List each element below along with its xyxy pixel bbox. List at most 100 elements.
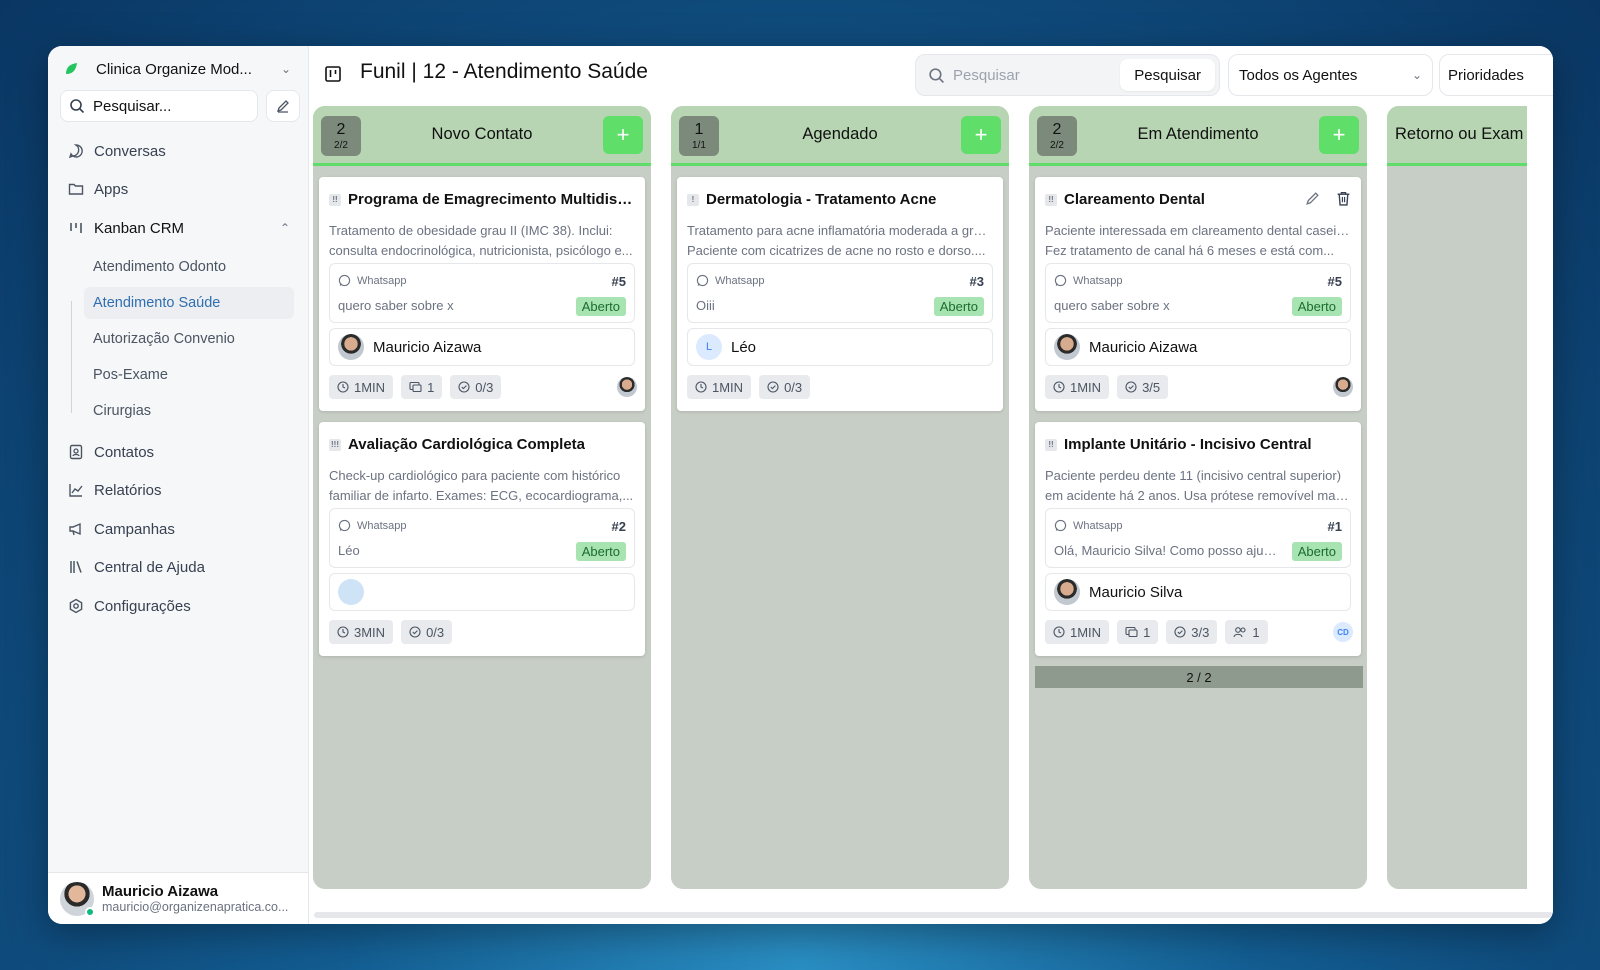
kanban-item-convenio[interactable]: Autorização Convenio bbox=[84, 323, 294, 355]
megaphone-icon bbox=[69, 522, 81, 536]
compose-button[interactable] bbox=[266, 90, 300, 122]
check-circle-icon bbox=[767, 381, 779, 393]
priorities-select[interactable]: Prioridades bbox=[1439, 54, 1553, 96]
add-card-button[interactable]: + bbox=[961, 116, 1001, 154]
kanban-card[interactable]: !! Clareamento Dental Paciente interessad… bbox=[1035, 177, 1361, 411]
kanban-column-em-atendimento: 2 2/2 Em Atendimento + !! Clareamento Dent… bbox=[1029, 106, 1367, 889]
gear-icon bbox=[69, 598, 83, 614]
column-header: 1 1/1 Agendado + bbox=[671, 106, 1009, 166]
contact-row[interactable] bbox=[329, 573, 635, 611]
assignee-avatar[interactable] bbox=[617, 377, 637, 397]
card-description: Tratamento de obesidade grau II (IMC 38)… bbox=[329, 221, 635, 261]
conversations-icon bbox=[1125, 626, 1138, 638]
kanban-item-pos-exame[interactable]: Pos-Exame bbox=[84, 359, 294, 391]
whatsapp-icon bbox=[696, 274, 709, 287]
people-chip: 1 bbox=[1225, 620, 1268, 644]
nav-central-ajuda[interactable]: Central de Ajuda bbox=[48, 549, 308, 585]
pencil-icon bbox=[276, 100, 289, 113]
board-search[interactable]: Pesquisar Pesquisar bbox=[915, 54, 1220, 96]
nav-conversas[interactable]: Conversas bbox=[48, 133, 308, 169]
chevron-up-icon: ⌃ bbox=[279, 221, 290, 235]
add-card-button[interactable]: + bbox=[603, 116, 643, 154]
contact-name: Mauricio Silva bbox=[1089, 583, 1183, 601]
nav-contatos[interactable]: Contatos bbox=[48, 434, 308, 470]
kanban-card[interactable]: ! Dermatologia - Tratamento Acne Tratamen… bbox=[677, 177, 1003, 411]
chevron-down-icon: ⌄ bbox=[1411, 68, 1422, 82]
contact-row[interactable]: Mauricio Aizawa bbox=[329, 328, 635, 366]
leaf-logo-icon bbox=[62, 60, 80, 78]
clock-icon bbox=[337, 381, 349, 393]
online-status-dot bbox=[85, 906, 95, 917]
contact-name: Léo bbox=[731, 338, 757, 356]
contact-row[interactable]: Mauricio Silva bbox=[1045, 573, 1351, 611]
edit-pencil-icon[interactable] bbox=[1305, 191, 1320, 206]
whatsapp-icon bbox=[1054, 274, 1067, 287]
kanban-item-cirurgias[interactable]: Cirurgias bbox=[84, 395, 294, 427]
tasks-value: 0/3 bbox=[784, 379, 803, 395]
org-switcher[interactable]: Clinica Organize Mod... ⌄ bbox=[62, 56, 294, 82]
conversation-number: #5 bbox=[1327, 274, 1342, 289]
nav-label: Kanban CRM bbox=[94, 219, 185, 237]
conversation-box[interactable]: Whatsapp #5 quero saber sobre x Aberto bbox=[329, 263, 635, 323]
conversation-box[interactable]: Whatsapp #5 quero saber sobre x Aberto bbox=[1045, 263, 1351, 323]
user-profile[interactable]: Mauricio Aizawa mauricio@organizenaprati… bbox=[48, 872, 308, 924]
conversation-box[interactable]: Whatsapp #2 Léo Aberto bbox=[329, 508, 635, 568]
tasks-value: 0/3 bbox=[426, 624, 445, 640]
assignee-avatar[interactable]: CD bbox=[1333, 622, 1353, 642]
nav-apps[interactable]: Apps bbox=[48, 171, 308, 207]
kanban-item-odonto[interactable]: Atendimento Odonto bbox=[84, 251, 294, 283]
kanban-card[interactable]: !!! Avaliação Cardiológica Completa Check… bbox=[319, 422, 645, 656]
nav-kanban-crm[interactable]: Kanban CRM ⌃ bbox=[48, 210, 308, 246]
column-title: Agendado bbox=[802, 125, 878, 143]
count-ratio: 1/1 bbox=[692, 139, 706, 151]
user-name: Mauricio Aizawa bbox=[102, 883, 219, 900]
column-header: Retorno ou Exam bbox=[1387, 106, 1527, 166]
kanban-icon bbox=[70, 223, 82, 233]
attachments-value: 1 bbox=[1143, 624, 1151, 640]
nav-label: Central de Ajuda bbox=[94, 558, 205, 576]
desc-line: Paciente perdeu dente 11 (incisivo centr… bbox=[1045, 468, 1342, 483]
tasks-value: 3/5 bbox=[1142, 379, 1161, 395]
nav-campanhas[interactable]: Campanhas bbox=[48, 511, 308, 547]
sidebar-search[interactable]: Pesquisar... bbox=[60, 90, 258, 122]
search-button[interactable]: Pesquisar bbox=[1120, 59, 1215, 91]
count-number: 2 bbox=[336, 120, 346, 138]
tasks-chip: 3/5 bbox=[1117, 375, 1169, 399]
conversation-box[interactable]: Whatsapp #1 Olá, Mauricio Silva! Como po… bbox=[1045, 508, 1351, 568]
kanban-item-label: Cirurgias bbox=[93, 403, 152, 419]
desc-line: consulta endocrinológica, nutricionista,… bbox=[329, 243, 633, 258]
time-value: 1MIN bbox=[1070, 624, 1102, 640]
kanban-item-label: Pos-Exame bbox=[93, 367, 168, 383]
kanban-item-label: Atendimento Odonto bbox=[93, 259, 227, 275]
nav-configuracoes[interactable]: Configurações bbox=[48, 588, 308, 624]
add-card-button[interactable]: + bbox=[1319, 116, 1359, 154]
nav-relatorios[interactable]: Relatórios bbox=[48, 472, 308, 508]
priority-icon: !! bbox=[329, 193, 341, 206]
status-badge: Aberto bbox=[933, 297, 984, 316]
priorities-select-value: Prioridades bbox=[1448, 66, 1524, 84]
column-pagination[interactable]: 2 / 2 bbox=[1035, 666, 1363, 688]
kanban-card[interactable]: !! Programa de Emagrecimento Multidisci..… bbox=[319, 177, 645, 411]
column-title: Novo Contato bbox=[431, 125, 533, 143]
contact-row[interactable]: L Léo bbox=[687, 328, 993, 366]
trash-icon[interactable] bbox=[1336, 191, 1351, 206]
contact-avatar bbox=[1054, 579, 1080, 605]
card-description: Tratamento para acne inflamatória modera… bbox=[687, 221, 993, 261]
whatsapp-icon bbox=[1054, 519, 1067, 532]
horizontal-scrollbar[interactable] bbox=[314, 912, 1553, 918]
channel-label: Whatsapp bbox=[357, 274, 407, 287]
kanban-item-saude[interactable]: Atendimento Saúde bbox=[84, 287, 294, 319]
time-value: 1MIN bbox=[354, 379, 386, 395]
conversation-box[interactable]: Whatsapp #3 Oiii Aberto bbox=[687, 263, 993, 323]
card-description: Check-up cardiológico para paciente com … bbox=[329, 466, 635, 506]
kanban-column-retorno: Retorno ou Exam bbox=[1387, 106, 1527, 889]
count-ratio: 2/2 bbox=[334, 139, 348, 151]
assignee-avatar[interactable] bbox=[1333, 377, 1353, 397]
clock-icon bbox=[695, 381, 707, 393]
desc-line: Check-up cardiológico para paciente com … bbox=[329, 468, 621, 483]
tasks-value: 3/3 bbox=[1191, 624, 1210, 640]
check-circle-icon bbox=[458, 381, 470, 393]
contact-row[interactable]: Mauricio Aizawa bbox=[1045, 328, 1351, 366]
agents-select[interactable]: Todos os Agentes ⌄ bbox=[1228, 54, 1433, 96]
kanban-card[interactable]: !! Implante Unitário - Incisivo Central P… bbox=[1035, 422, 1361, 656]
